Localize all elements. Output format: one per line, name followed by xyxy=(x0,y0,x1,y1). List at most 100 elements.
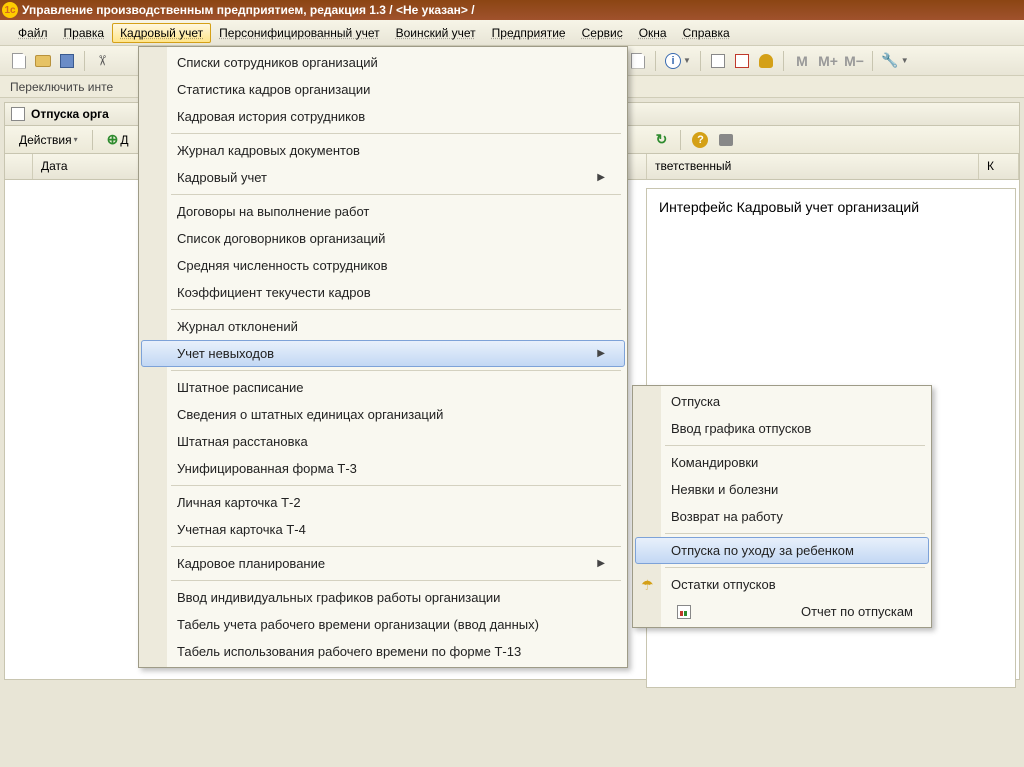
menu-edit[interactable]: Правка xyxy=(56,23,113,43)
menu-contractors-list[interactable]: Список договорников организаций xyxy=(141,225,625,252)
memory-mplus-button[interactable]: M+ xyxy=(816,50,840,72)
umbrella-icon: ☂ xyxy=(641,577,657,593)
menu-file[interactable]: Файл xyxy=(10,23,56,43)
toolbar-separator xyxy=(700,51,701,71)
menu-employee-lists[interactable]: Списки сотрудников организаций xyxy=(141,49,625,76)
chevron-down-icon: ▼ xyxy=(683,56,691,65)
menu-staffing-arrangement[interactable]: Штатная расстановка xyxy=(141,428,625,455)
menu-separator xyxy=(665,567,925,568)
submenu-business-trips[interactable]: Командировки xyxy=(635,449,929,476)
new-doc-button[interactable] xyxy=(8,50,30,72)
chevron-down-icon: ▾ xyxy=(74,135,78,144)
refresh-icon: ↻ xyxy=(656,131,668,148)
menu-individual-schedules[interactable]: Ввод индивидуальных графиков работы орга… xyxy=(141,584,625,611)
chevron-right-icon: ▶ xyxy=(597,558,605,569)
menu-timesheet-input[interactable]: Табель учета рабочего времени организаци… xyxy=(141,611,625,638)
scissors-icon: ✂ xyxy=(93,55,110,67)
copy-icon xyxy=(631,53,645,69)
menu-staff-statistics[interactable]: Статистика кадров организации xyxy=(141,76,625,103)
save-icon xyxy=(60,54,74,68)
absence-submenu: Отпуска Ввод графика отпусков Командиров… xyxy=(632,385,932,628)
chevron-right-icon: ▶ xyxy=(597,348,605,359)
cut-button[interactable]: ✂ xyxy=(91,50,113,72)
toolbar-separator xyxy=(92,130,93,150)
submenu-vacations[interactable]: Отпуска xyxy=(635,388,929,415)
menu-deviations-journal[interactable]: Журнал отклонений xyxy=(141,313,625,340)
menu-bar: Файл Правка Кадровый учет Персонифициров… xyxy=(0,20,1024,46)
open-button[interactable] xyxy=(32,50,54,72)
menu-separator xyxy=(665,445,925,446)
menu-separator xyxy=(171,485,621,486)
col-date[interactable]: Дата xyxy=(33,154,143,179)
submenu-childcare-leave[interactable]: Отпуска по уходу за ребенком xyxy=(635,537,929,564)
menu-contracts[interactable]: Договоры на выполнение работ xyxy=(141,198,625,225)
submenu-vacation-report[interactable]: Отчет по отпускам xyxy=(635,598,929,625)
toolbar-separator xyxy=(783,51,784,71)
menu-timesheet-t13[interactable]: Табель использования рабочего времени по… xyxy=(141,638,625,665)
info-icon: i xyxy=(665,53,681,69)
add-button[interactable]: ⊕Д xyxy=(101,129,135,150)
calendar-button[interactable] xyxy=(731,50,753,72)
submenu-return-to-work[interactable]: Возврат на работу xyxy=(635,503,929,530)
menu-card-t4[interactable]: Учетная карточка Т-4 xyxy=(141,516,625,543)
toolbar-separator xyxy=(872,51,873,71)
memory-mminus-button[interactable]: M− xyxy=(842,50,866,72)
calendar-icon xyxy=(735,54,749,68)
toolbar-separator xyxy=(680,130,681,150)
menu-separator xyxy=(171,546,621,547)
switch-label: Переключить инте xyxy=(10,80,113,94)
calculator-icon xyxy=(711,54,725,68)
submenu-absences-illness[interactable]: Неявки и болезни xyxy=(635,476,929,503)
menu-form-t3[interactable]: Унифицированная форма Т-3 xyxy=(141,455,625,482)
menu-hr[interactable]: Кадровый учет xyxy=(112,23,211,43)
menu-hr-journal[interactable]: Журнал кадровых документов xyxy=(141,137,625,164)
menu-staff-history[interactable]: Кадровая история сотрудников xyxy=(141,103,625,130)
menu-enterprise[interactable]: Предприятие xyxy=(484,23,574,43)
menu-turnover-rate[interactable]: Коэффициент текучести кадров xyxy=(141,279,625,306)
menu-separator xyxy=(171,370,621,371)
document-title: Отпуска орга xyxy=(31,107,109,121)
col-comment[interactable]: К xyxy=(979,154,1019,179)
menu-card-t2[interactable]: Личная карточка Т-2 xyxy=(141,489,625,516)
hr-dropdown-menu: Списки сотрудников организаций Статистик… xyxy=(138,46,628,668)
submenu-vacation-schedule[interactable]: Ввод графика отпусков xyxy=(635,415,929,442)
menu-separator xyxy=(171,580,621,581)
col-marker[interactable] xyxy=(5,154,33,179)
help-button[interactable]: ? xyxy=(689,129,711,151)
memory-m-button[interactable]: M xyxy=(790,50,814,72)
menu-service[interactable]: Сервис xyxy=(574,23,631,43)
menu-separator xyxy=(171,309,621,310)
chevron-down-icon: ▼ xyxy=(901,56,909,65)
menu-hr-accounting[interactable]: Кадровый учет▶ xyxy=(141,164,625,191)
menu-military[interactable]: Воинский учет xyxy=(388,23,484,43)
menu-separator xyxy=(665,533,925,534)
new-icon xyxy=(12,53,26,69)
submenu-vacation-balance[interactable]: ☂Остатки отпусков xyxy=(635,571,929,598)
user-button[interactable] xyxy=(755,50,777,72)
menu-separator xyxy=(171,194,621,195)
calc-button[interactable] xyxy=(707,50,729,72)
chevron-right-icon: ▶ xyxy=(597,172,605,183)
document-icon xyxy=(11,107,25,121)
copy-button[interactable] xyxy=(627,50,649,72)
actions-button[interactable]: Действия ▾ xyxy=(13,131,84,149)
printer-icon xyxy=(719,134,733,146)
toolbar-separator xyxy=(84,51,85,71)
print-button[interactable] xyxy=(715,129,737,151)
menu-help[interactable]: Справка xyxy=(675,23,738,43)
tools-button[interactable]: 🔧▼ xyxy=(879,50,911,72)
chart-icon xyxy=(677,605,691,619)
toolbar-separator xyxy=(655,51,656,71)
save-button[interactable] xyxy=(56,50,78,72)
menu-personified[interactable]: Персонифицированный учет xyxy=(211,23,387,43)
info-button[interactable]: i▼ xyxy=(662,50,694,72)
title-bar: 1c Управление производственным предприят… xyxy=(0,0,1024,20)
col-responsible[interactable]: тветственный xyxy=(647,154,979,179)
menu-staffing-units[interactable]: Сведения о штатных единицах организаций xyxy=(141,401,625,428)
menu-hr-planning[interactable]: Кадровое планирование▶ xyxy=(141,550,625,577)
menu-windows[interactable]: Окна xyxy=(631,23,675,43)
menu-absence-tracking[interactable]: Учет невыходов▶ xyxy=(141,340,625,367)
menu-average-headcount[interactable]: Средняя численность сотрудников xyxy=(141,252,625,279)
refresh-button[interactable]: ↻ xyxy=(650,129,672,151)
menu-staffing-table[interactable]: Штатное расписание xyxy=(141,374,625,401)
